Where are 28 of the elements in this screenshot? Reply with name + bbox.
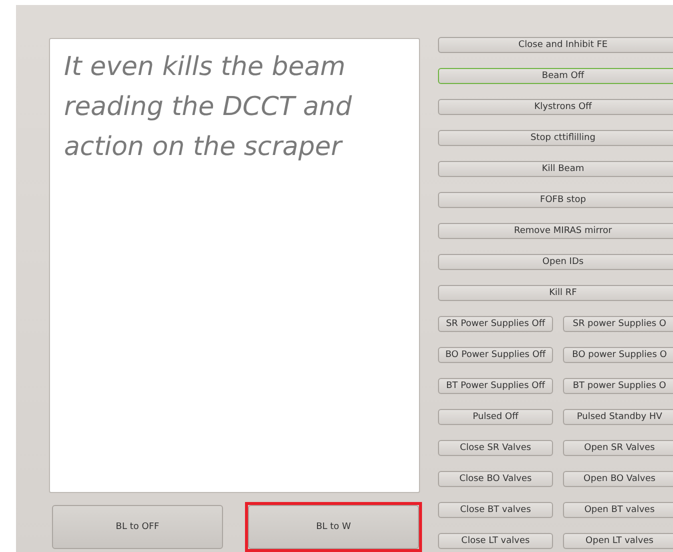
message-text: It even kills the beam reading the DCCT and action on the scraper: [64, 51, 353, 164]
action-button[interactable]: Close BT valves: [438, 502, 553, 518]
action-button[interactable]: BO Power Supplies Off: [438, 347, 553, 363]
action-button[interactable]: Beam Off: [438, 68, 673, 84]
action-button[interactable]: Kill RF: [438, 285, 673, 301]
action-button[interactable]: Pulsed Off: [438, 409, 553, 425]
action-button[interactable]: Open BO Valves: [563, 471, 673, 487]
action-button[interactable]: FOFB stop: [438, 192, 673, 208]
action-button[interactable]: BO power Supplies O: [563, 347, 673, 363]
action-button[interactable]: Close BO Valves: [438, 471, 553, 487]
action-button[interactable]: SR power Supplies O: [563, 316, 673, 332]
action-button[interactable]: BT power Supplies O: [563, 378, 673, 394]
action-button[interactable]: Open BT valves: [563, 502, 673, 518]
action-button[interactable]: Pulsed Standby HV: [563, 409, 673, 425]
action-button[interactable]: Close LT valves: [438, 533, 553, 549]
action-button[interactable]: Remove MIRAS mirror: [438, 223, 673, 239]
action-button[interactable]: Open IDs: [438, 254, 673, 270]
action-button[interactable]: Klystrons Off: [438, 99, 673, 115]
action-button[interactable]: Close and Inhibit FE: [438, 37, 673, 53]
action-button[interactable]: BT Power Supplies Off: [438, 378, 553, 394]
action-button[interactable]: Open SR Valves: [563, 440, 673, 456]
action-button[interactable]: Open LT valves: [563, 533, 673, 549]
action-button[interactable]: Close SR Valves: [438, 440, 553, 456]
action-button[interactable]: Kill Beam: [438, 161, 673, 177]
action-button[interactable]: BL to W: [248, 505, 419, 549]
action-button[interactable]: SR Power Supplies Off: [438, 316, 553, 332]
action-button[interactable]: Stop cttiflilling: [438, 130, 673, 146]
action-button[interactable]: BL to OFF: [52, 505, 223, 549]
